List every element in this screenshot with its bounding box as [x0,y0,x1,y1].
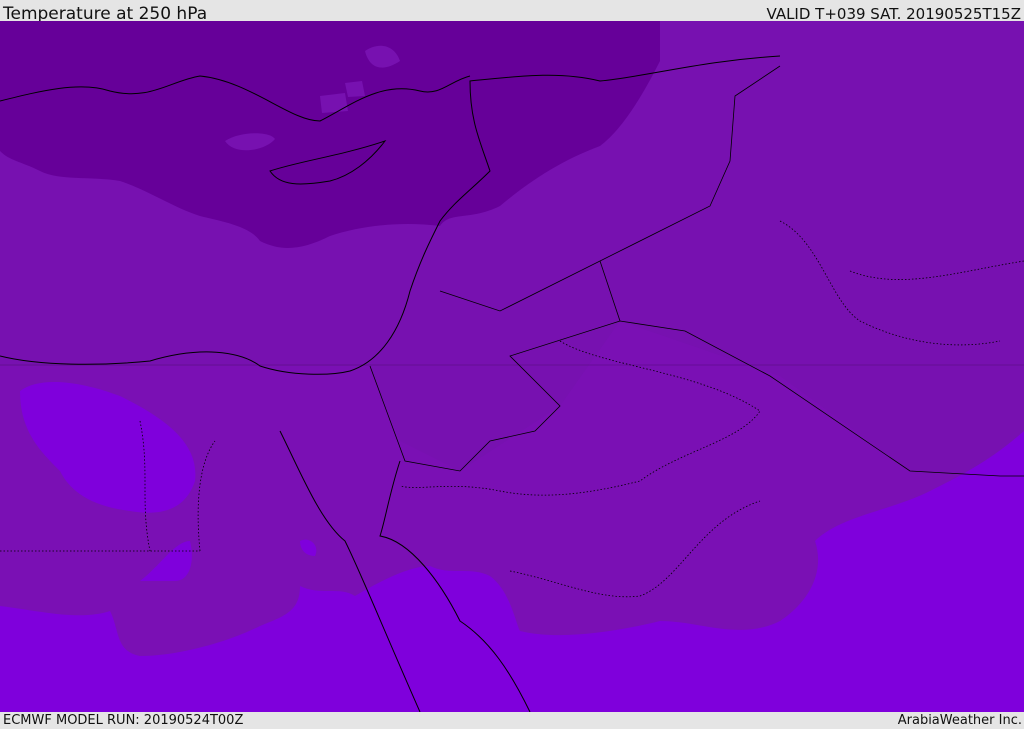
temperature-map [0,21,1024,712]
footer-bar: ECMWF MODEL RUN: 20190524T00Z ArabiaWeat… [0,712,1024,729]
credit-label: ArabiaWeather Inc. [897,713,1022,728]
header-bar: Temperature at 250 hPa VALID T+039 SAT. … [0,0,1024,24]
model-run-label: ECMWF MODEL RUN: 20190524T00Z [3,713,244,728]
